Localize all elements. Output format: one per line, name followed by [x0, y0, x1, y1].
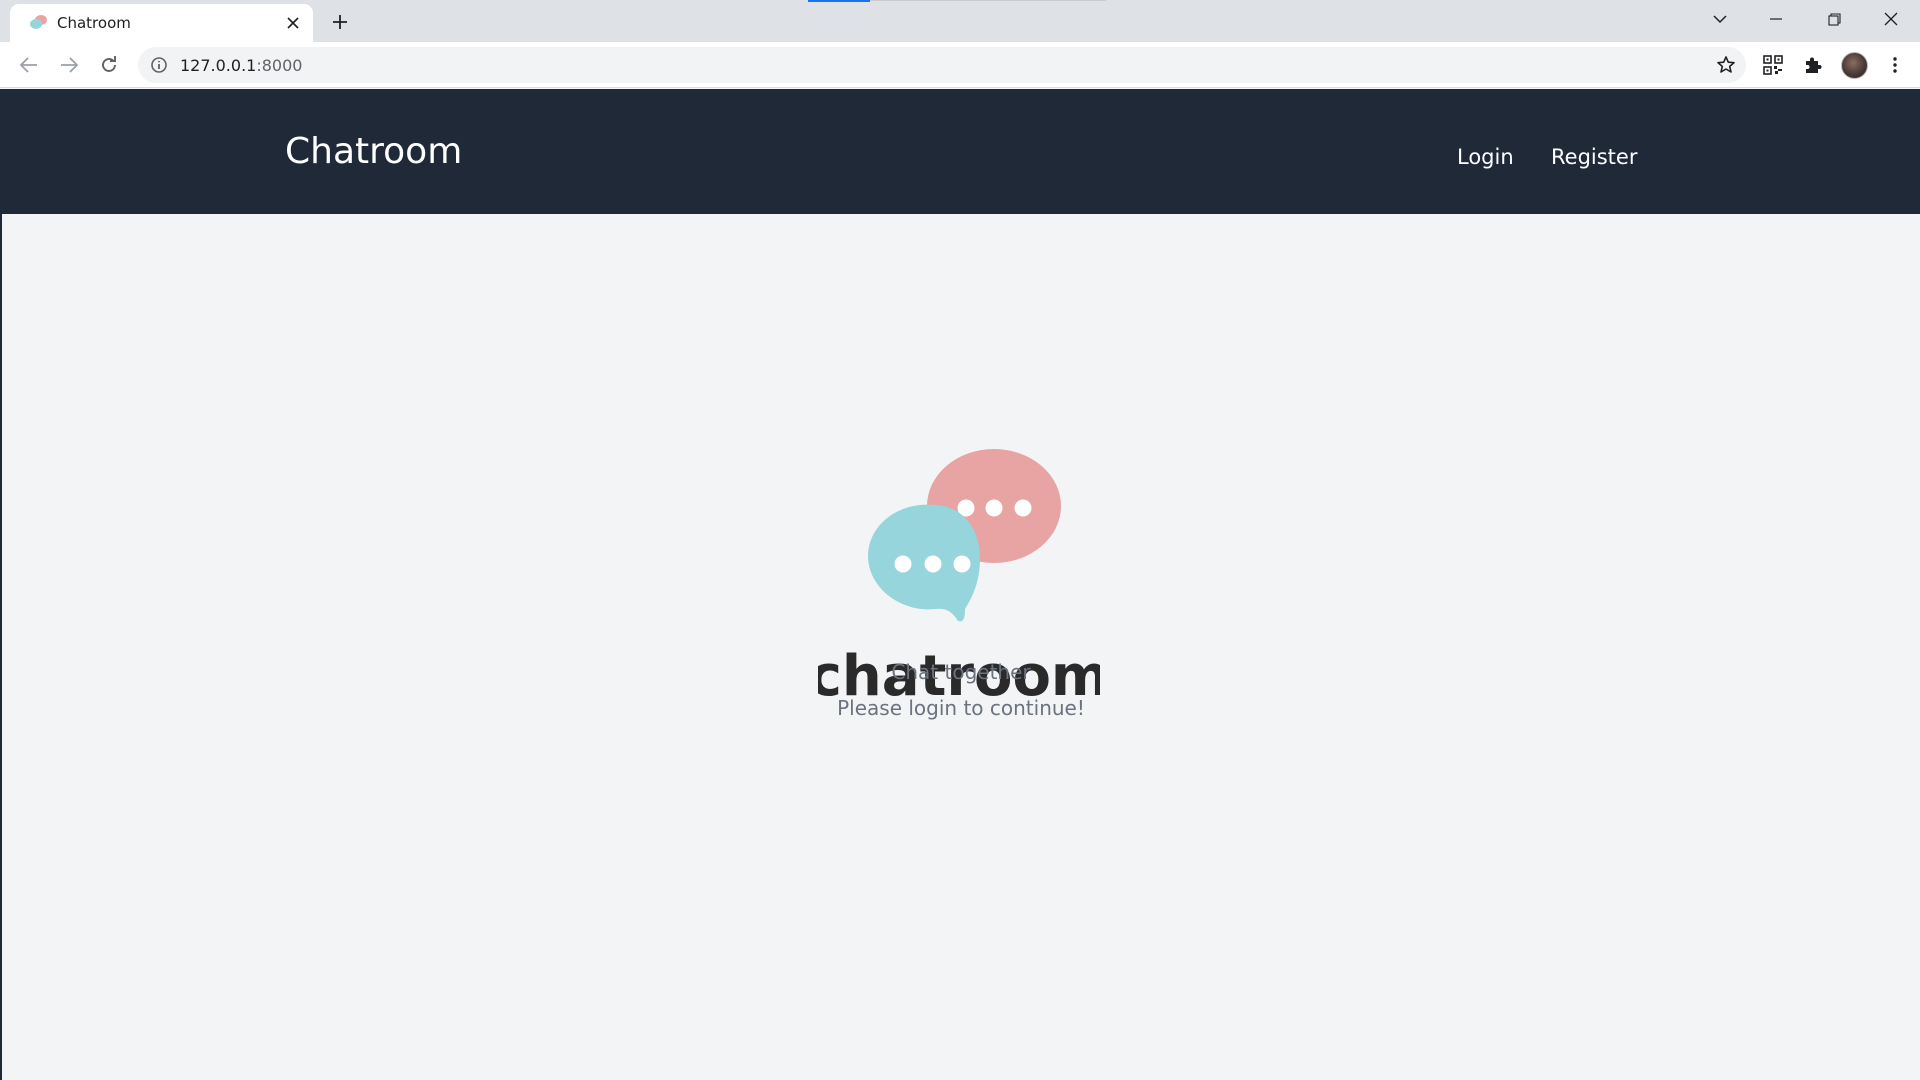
url-port: :8000 — [256, 56, 303, 75]
url-text[interactable]: 127.0.0.1:8000 — [180, 56, 302, 75]
tab-search-chevron-down-icon[interactable] — [1692, 0, 1748, 38]
restore-icon[interactable] — [1806, 0, 1862, 38]
qr-code-icon[interactable] — [1758, 50, 1788, 80]
tabstrip-divider — [870, 0, 1106, 1]
register-link[interactable]: Register — [1551, 145, 1637, 169]
address-bar[interactable]: 127.0.0.1:8000 — [138, 47, 1746, 83]
browser-tab[interactable]: Chatroom — [10, 4, 313, 42]
login-link[interactable]: Login — [1457, 145, 1514, 169]
page-viewport: Chatroom Login Register chatroom Chat to… — [0, 89, 1920, 1080]
new-tab-plus-icon[interactable] — [326, 8, 354, 36]
site-info-icon[interactable] — [150, 56, 168, 74]
browser-toolbar: 127.0.0.1:8000 — [0, 42, 1920, 88]
profile-avatar[interactable] — [1841, 52, 1868, 79]
url-host: 127.0.0.1 — [180, 56, 257, 75]
hero-section: chatroom Chat together Please login to c… — [2, 214, 1920, 1080]
browser-menu-kebab-icon[interactable] — [1880, 50, 1910, 80]
back-arrow-icon[interactable] — [13, 49, 45, 81]
forward-arrow-icon[interactable] — [53, 49, 85, 81]
tab-close-icon[interactable] — [282, 12, 304, 34]
login-prompt-text: Please login to continue! — [837, 696, 1085, 720]
tagline-text: Chat together — [891, 660, 1031, 684]
bookmark-star-icon[interactable] — [1716, 55, 1736, 75]
tab-title: Chatroom — [57, 14, 131, 32]
chat-bubbles-favicon-icon — [30, 15, 47, 29]
browser-tabstrip: Chatroom — [0, 0, 1920, 42]
reload-icon[interactable] — [93, 49, 125, 81]
site-brand[interactable]: Chatroom — [285, 131, 462, 172]
site-navbar: Chatroom Login Register — [2, 89, 1920, 214]
tab-loading-indicator — [808, 0, 870, 2]
minimize-icon[interactable] — [1748, 0, 1804, 38]
close-window-icon[interactable] — [1863, 0, 1919, 38]
extensions-puzzle-icon[interactable] — [1798, 50, 1828, 80]
